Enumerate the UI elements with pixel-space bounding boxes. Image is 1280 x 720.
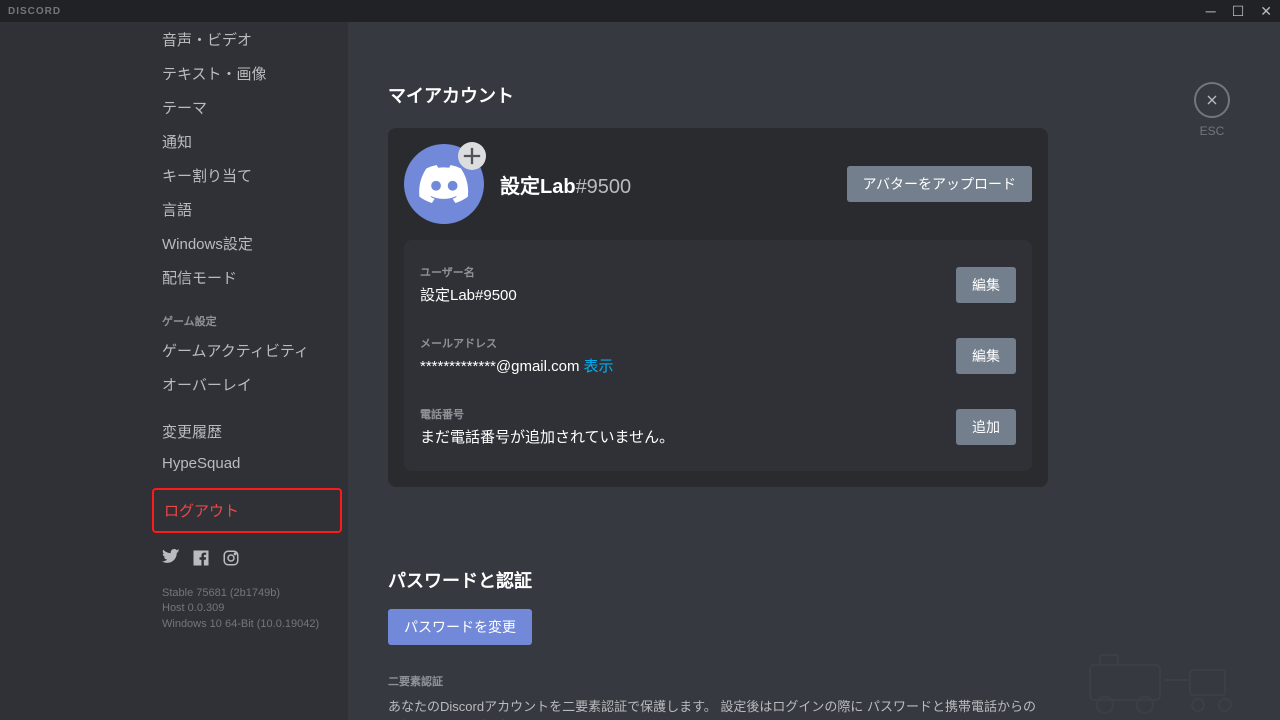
info-line: Host 0.0.309 [162,601,332,616]
edit-username-button[interactable]: 編集 [956,267,1016,303]
discriminator: #9500 [576,176,632,198]
sidebar-item-label: 配信モード [162,270,237,287]
sidebar-item-game-activity[interactable]: ゲームアクティビティ [152,334,342,367]
sidebar-item-label: 通知 [162,134,192,151]
add-phone-button[interactable]: 追加 [956,409,1016,445]
twofa-description: あなたのDiscordアカウントを二要素認証で保護します。 設定後はログインの際… [388,697,1048,720]
window-minimize-icon[interactable]: ─ [1206,4,1216,18]
sidebar-item-label: ゲームアクティビティ [162,343,309,360]
sidebar-item-label: Windows設定 [162,236,253,253]
sidebar-item-overlay[interactable]: オーバーレイ [152,368,342,401]
window-close-icon[interactable]: ✕ [1260,4,1272,18]
change-password-button[interactable]: パスワードを変更 [388,609,532,645]
sidebar-item-label: テーマ [162,100,207,117]
sidebar-item-language[interactable]: 言語 [152,193,342,226]
sidebar-item-appearance[interactable]: テーマ [152,91,342,124]
password-section-title: パスワードと認証 [388,567,1048,593]
username-display: 設定Lab [500,176,576,198]
sidebar-item-label: ログアウト [164,503,239,520]
sidebar-item-streamer-mode[interactable]: 配信モード [152,261,342,294]
facebook-icon[interactable] [192,549,210,572]
twitter-icon[interactable] [162,549,180,572]
upload-badge-icon[interactable] [458,142,486,170]
wumpus-illustration [1070,645,1250,720]
sidebar-item-label: HypeSquad [162,455,240,472]
upload-avatar-button[interactable]: アバターをアップロード [847,166,1032,202]
sidebar-item-keybinds[interactable]: キー割り当て [152,159,342,192]
build-info: Stable 75681 (2b1749b) Host 0.0.309 Wind… [152,584,342,634]
field-value-phone: まだ電話番号が追加されていません。 [420,426,956,447]
avatar[interactable] [404,144,484,224]
sidebar-item-label: 変更履歴 [162,424,222,441]
close-icon[interactable] [1194,82,1230,118]
account-card: 設定Lab#9500 アバターをアップロード ユーザー名 設定Lab#9500 … [388,128,1048,487]
instagram-icon[interactable] [222,549,240,572]
sidebar-item-notifications[interactable]: 通知 [152,125,342,158]
window-maximize-icon[interactable]: ☐ [1232,4,1245,18]
sidebar-item-text-images[interactable]: テキスト・画像 [152,57,342,90]
edit-email-button[interactable]: 編集 [956,338,1016,374]
reveal-email-link[interactable]: 表示 [583,358,613,375]
info-line: Windows 10 64-Bit (10.0.19042) [162,617,332,632]
sidebar-item-label: テキスト・画像 [162,66,267,83]
close-settings[interactable]: ESC [1194,82,1230,138]
sidebar-item-windows[interactable]: Windows設定 [152,227,342,260]
twofa-label: 二要素認証 [388,673,1048,689]
sidebar-item-label: 音声・ビデオ [162,32,252,49]
sidebar-item-hypesquad[interactable]: HypeSquad [152,449,342,478]
titlebar: DISCORD ─ ☐ ✕ [0,0,1280,22]
field-value-username: 設定Lab#9500 [420,284,956,305]
field-label-phone: 電話番号 [420,406,956,422]
page-title: マイアカウント [388,82,1240,108]
sidebar-item-voice-video[interactable]: 音声・ビデオ [152,23,342,56]
field-label-username: ユーザー名 [420,264,956,280]
sidebar-item-logout[interactable]: ログアウト [152,488,342,533]
field-label-email: メールアドレス [420,335,956,351]
field-value-email: *************@gmail.com [420,358,579,375]
sidebar-item-label: オーバーレイ [162,377,252,394]
sidebar-item-label: キー割り当て [162,168,252,185]
sidebar-item-label: 言語 [162,202,192,219]
app-logo: DISCORD [8,6,61,17]
sidebar-item-changelog[interactable]: 変更履歴 [152,415,342,448]
sidebar-header-game: ゲーム設定 [152,295,342,333]
esc-label: ESC [1194,124,1230,138]
settings-sidebar: 音声・ビデオ テキスト・画像 テーマ 通知 キー割り当て 言語 Windows設… [0,22,348,720]
content-region: ESC マイアカウント 設定Lab#9500 アバターをアップロード [348,22,1280,720]
info-line: Stable 75681 (2b1749b) [162,586,332,601]
